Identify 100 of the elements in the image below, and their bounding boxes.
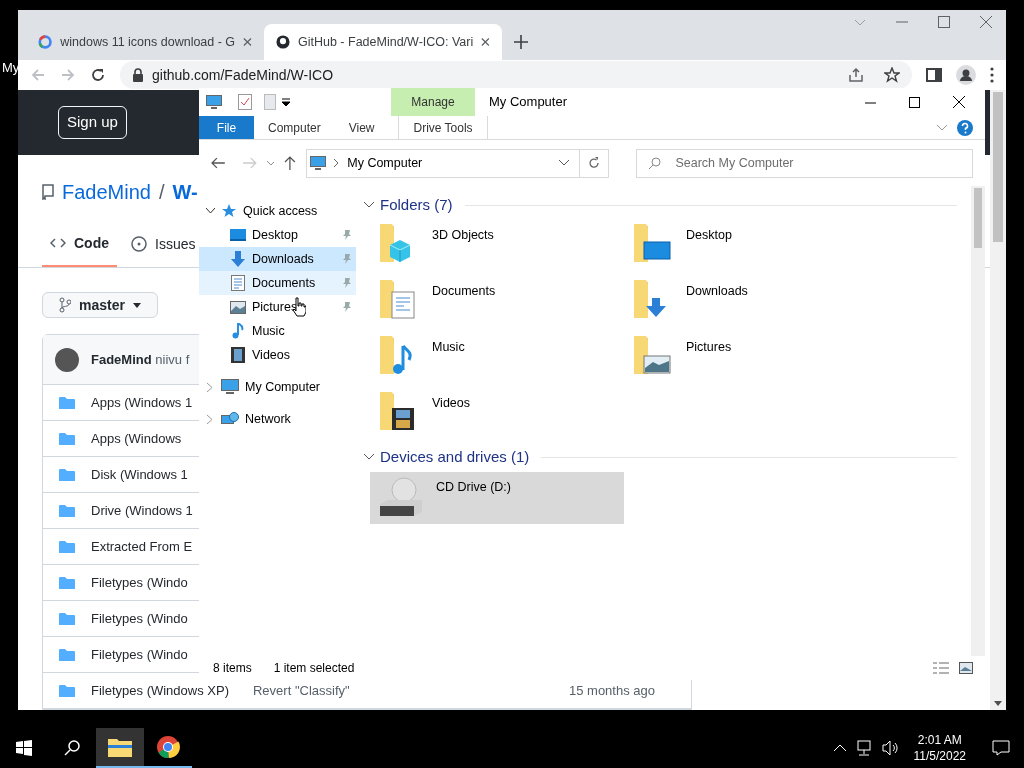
- scrollbar[interactable]: [990, 90, 1006, 710]
- folder-item[interactable]: Music: [370, 332, 624, 384]
- folder-icon: [59, 575, 75, 590]
- tab-title: GitHub - FadeMind/W-ICO: Vari: [298, 33, 474, 51]
- folder-item[interactable]: Downloads: [624, 276, 878, 328]
- cd-drive-icon: [378, 474, 422, 518]
- reload-icon[interactable]: [90, 67, 106, 83]
- folder-icon: [59, 467, 75, 482]
- ribbon-tab[interactable]: File: [199, 116, 254, 139]
- expand-ribbon-icon[interactable]: [937, 124, 947, 131]
- scroll-down-icon[interactable]: [994, 701, 1002, 706]
- folder-item[interactable]: Documents: [370, 276, 624, 328]
- issue-icon: [131, 236, 147, 252]
- folder-link[interactable]: Extracted From E: [91, 536, 193, 557]
- folder-icon: [108, 737, 132, 757]
- volume-icon[interactable]: [881, 740, 898, 756]
- recent-locations-icon[interactable]: [266, 160, 275, 166]
- repo-tab[interactable]: Code: [42, 221, 117, 267]
- show-hidden-icons-icon[interactable]: [833, 744, 846, 752]
- folder-item[interactable]: Videos: [370, 388, 624, 440]
- computer-icon[interactable]: [206, 95, 222, 109]
- commit-message: Revert "Classify": [253, 681, 350, 700]
- scrollbar-thumb[interactable]: [993, 92, 1003, 242]
- folder-item[interactable]: Desktop: [624, 220, 878, 272]
- expand-chevron-icon[interactable]: [207, 414, 213, 424]
- nav-item[interactable]: Documents: [199, 271, 356, 295]
- folder-item[interactable]: Pictures: [624, 332, 878, 384]
- folder-link[interactable]: Apps (Windows 1: [91, 392, 193, 413]
- google-logo-icon: [38, 34, 53, 50]
- sign-up-button[interactable]: Sign up: [58, 106, 127, 139]
- desktop-icon: [230, 228, 246, 242]
- folder-link[interactable]: Filetypes (Windo: [91, 644, 188, 665]
- ribbon-tab[interactable]: Drive Tools: [398, 116, 488, 139]
- repo-icon: [42, 184, 54, 200]
- folder-icon: [59, 395, 75, 410]
- computer-icon: [221, 379, 239, 395]
- taskbar-app[interactable]: [96, 728, 144, 768]
- maximize-icon[interactable]: [909, 96, 920, 108]
- nav-item[interactable]: Music: [199, 319, 356, 343]
- folder-link[interactable]: Filetypes (Windo: [91, 608, 188, 629]
- owner-link[interactable]: FadeMind: [62, 177, 151, 207]
- repo-link[interactable]: W-: [172, 177, 198, 207]
- nav-item[interactable]: Videos: [199, 343, 356, 367]
- branch-icon: [59, 297, 71, 313]
- folder-item[interactable]: 3D Objects: [370, 220, 624, 272]
- folder-link[interactable]: Drive (Windows 1: [91, 500, 193, 521]
- help-icon[interactable]: [957, 119, 973, 136]
- expand-chevron-icon[interactable]: [207, 382, 213, 392]
- avatar: [55, 347, 79, 372]
- folder-link[interactable]: Apps (Windows: [91, 428, 182, 449]
- browser-tab[interactable]: windows 11 icons download - G: [26, 24, 264, 60]
- up-icon[interactable]: [284, 156, 297, 170]
- breadcrumb-chevron-icon: [334, 159, 340, 167]
- scrollbar-thumb[interactable]: [974, 188, 982, 248]
- customize-quick-access-icon[interactable]: [282, 98, 290, 106]
- ribbon-tab[interactable]: Computer: [254, 116, 335, 139]
- desktop-icon-label[interactable]: My: [2, 58, 20, 78]
- folder-link[interactable]: Disk (Windows 1: [91, 464, 188, 485]
- ribbon-tab[interactable]: View: [334, 116, 389, 139]
- group-header[interactable]: Folders (7): [380, 193, 453, 217]
- new-tab-icon[interactable]: [514, 35, 528, 49]
- browser-tab[interactable]: GitHub - FadeMind/W-ICO: Vari: [264, 24, 502, 60]
- profile-icon[interactable]: [956, 65, 976, 85]
- folder-item[interactable]: CD Drive (D:): [370, 472, 624, 524]
- collapse-chevron-icon[interactable]: [205, 208, 215, 214]
- nav-item[interactable]: Quick access: [199, 199, 356, 223]
- clock[interactable]: 2:01 AM 11/5/2022: [907, 732, 972, 764]
- group-header[interactable]: Devices and drives (1): [380, 445, 530, 469]
- star-icon[interactable]: [884, 67, 900, 83]
- nav-item[interactable]: Downloads: [199, 247, 356, 271]
- folder-icon: [59, 647, 75, 662]
- properties-icon[interactable]: [238, 94, 252, 110]
- item-count: 8 items: [213, 660, 252, 677]
- branch-button[interactable]: master: [42, 292, 158, 318]
- close-icon[interactable]: [953, 96, 965, 108]
- folder-icon: [59, 611, 75, 626]
- search-field[interactable]: Search My Computer: [636, 148, 973, 178]
- github-logo-icon: [276, 34, 290, 50]
- address-bar[interactable]: github.com/FadeMind/W-ICO: [120, 61, 912, 89]
- scrollbar[interactable]: [971, 186, 985, 656]
- folder-link[interactable]: Filetypes (Windo: [91, 572, 188, 593]
- share-icon[interactable]: [848, 67, 864, 83]
- large-icons-view-icon[interactable]: [959, 662, 973, 674]
- url-text: github.com/FadeMind/W-ICO: [152, 65, 335, 85]
- menu-icon[interactable]: [990, 67, 994, 83]
- address-field[interactable]: My Computer: [306, 148, 610, 178]
- folder-link[interactable]: Filetypes (Windows XP): [91, 680, 229, 701]
- notifications-icon[interactable]: [992, 740, 1010, 756]
- side-panel-icon[interactable]: [926, 67, 942, 83]
- pictures-folder-icon: [632, 334, 672, 376]
- folder-icon: [59, 503, 75, 518]
- history-dropdown-icon[interactable]: [559, 160, 570, 166]
- nav-item[interactable]: My Computer: [199, 375, 356, 399]
- collapse-chevron-icon[interactable]: [364, 202, 374, 208]
- back-icon[interactable]: [211, 157, 225, 169]
- network-icon[interactable]: [855, 740, 872, 756]
- lock-icon: [132, 68, 144, 82]
- collapse-chevron-icon[interactable]: [364, 454, 374, 460]
- folder-icon: [59, 683, 75, 698]
- nav-item[interactable]: Network: [199, 407, 356, 431]
